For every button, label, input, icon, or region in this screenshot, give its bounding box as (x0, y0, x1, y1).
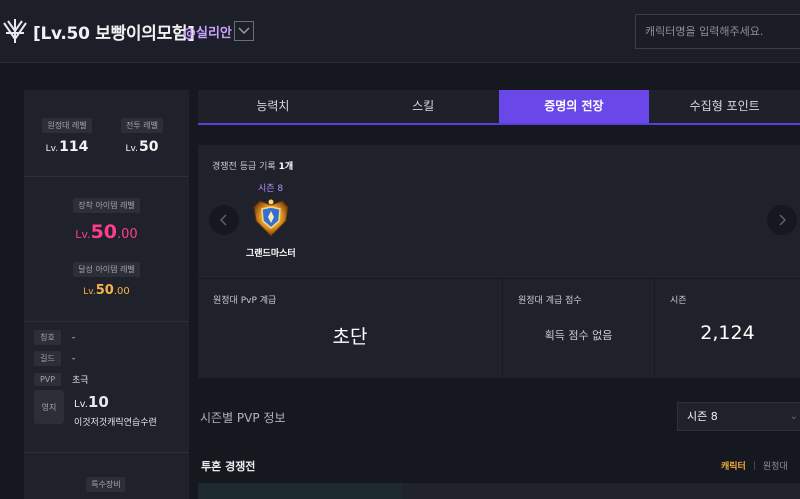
season-score-value: 2,124 (700, 322, 755, 344)
season-score-card: 시즌 2,124 (655, 279, 800, 378)
record-count: 1개 (278, 162, 294, 172)
server-name[interactable]: @실리안 (183, 22, 232, 41)
grade-score-card: 원정대 계급 점수 획득 점수 없음 (503, 279, 654, 378)
duel-tab-divider: | (752, 460, 756, 471)
combat-level: 전투 레벨 Lv.50 (112, 113, 172, 155)
grandmaster-medal-icon[interactable] (250, 197, 292, 239)
record-season: 시즌 8 (258, 184, 284, 194)
profile-panel: 원정대 레벨 Lv.114 전투 레벨 Lv.50 장착 아이템 레벨 Lv.5… (24, 90, 189, 499)
duel-card-empty-2 (604, 483, 800, 499)
tab-collectibles[interactable]: 수집형 포인트 (649, 90, 800, 123)
chevron-down-icon (238, 27, 250, 35)
pvp-grade-value: 초단 (332, 326, 368, 348)
expedition-level: 원정대 레벨 Lv.114 (37, 113, 97, 155)
info-row-title: 칭호 - (34, 330, 75, 345)
equip-level-value: Lv.50.00 (24, 221, 189, 243)
estate-label: 영지 (34, 390, 64, 424)
character-title: [Lv.50 보빵이의모험] (33, 24, 195, 44)
achieved-level-dec: .00 (113, 286, 130, 297)
chevron-down-icon: ⌄ (789, 411, 798, 422)
combat-level-prefix: Lv. (125, 144, 139, 154)
top-header: [Lv.50 보빵이의모험] @실리안 (0, 0, 800, 63)
tab-stats[interactable]: 능력치 (198, 90, 348, 123)
duel-card-empty-1 (403, 483, 603, 499)
pvp-grade-card: 원정대 PvP 계급 초단 (198, 279, 502, 378)
achieved-level-value: Lv.50.00 (24, 283, 189, 298)
title-value: - (72, 332, 76, 343)
character-dropdown-button[interactable] (234, 21, 254, 41)
crest-logo-icon[interactable] (2, 17, 28, 45)
item-level-section: 장착 아이템 레벨 Lv.50.00 달성 아이템 레벨 Lv.50.00 (24, 178, 189, 322)
expedition-level-label: 원정대 레벨 (42, 118, 92, 133)
chevron-left-icon (220, 214, 227, 226)
duel-tab-expedition[interactable]: 원정대 (763, 459, 788, 472)
season-select-value: 시즌 8 (687, 410, 718, 423)
expedition-level-prefix: Lv. (45, 144, 59, 154)
record-label: 경쟁전 등급 기록 (212, 162, 276, 172)
record-title: 경쟁전 등급 기록 1개 (212, 159, 293, 172)
info-row-guild: 길드 - (34, 351, 75, 366)
season-select[interactable]: 시즌 8 ⌄ (677, 402, 800, 431)
pvp-value: 초극 (72, 376, 89, 386)
estate-level-prefix: Lv. (74, 399, 88, 410)
achieved-level-int: 50 (95, 283, 114, 298)
equip-level-label: 장착 아이템 레벨 (73, 198, 140, 213)
duel-content-strip (198, 483, 800, 499)
duel-card-character[interactable] (198, 483, 402, 499)
combat-level-label: 전투 레벨 (121, 118, 163, 133)
season-score-label: 시즌 (670, 296, 687, 306)
character-search-input[interactable] (635, 14, 800, 49)
pvp-grade-label: 원정대 PvP 계급 (213, 296, 277, 306)
duel-tabs: 캐릭터 | 원정대 (721, 459, 788, 473)
competitive-record-card: 경쟁전 등급 기록 1개 시즌 8 그랜드마스터 (198, 145, 800, 278)
expedition-level-value: 114 (59, 139, 89, 155)
pvp-stats-row: 원정대 PvP 계급 초단 원정대 계급 점수 획득 점수 없음 시즌 2,12… (198, 279, 800, 378)
guild-value: - (72, 353, 76, 364)
level-row: 원정대 레벨 Lv.114 전투 레벨 Lv.50 (24, 90, 189, 177)
season-pvp-title: 시즌별 PVP 정보 (200, 411, 286, 425)
duel-tab-character[interactable]: 캐릭터 (721, 459, 746, 472)
equip-level-int: 50 (90, 221, 118, 243)
achieved-level-prefix: Lv. (83, 287, 96, 297)
estate-level-value: 10 (87, 393, 109, 411)
rank-label: 그랜드마스터 (246, 249, 296, 259)
equip-level-prefix: Lv. (75, 228, 91, 241)
tab-proof-of-battle[interactable]: 증명의 전장 (498, 90, 650, 123)
prev-record-button[interactable] (209, 205, 239, 235)
info-row-pvp: PVP 초극 (34, 373, 89, 386)
profile-tabs: 능력치 스킬 증명의 전장 수집형 포인트 (198, 90, 800, 125)
next-record-button[interactable] (767, 205, 797, 235)
guild-label: 길드 (34, 351, 61, 366)
chevron-right-icon (779, 214, 786, 226)
pvp-label: PVP (34, 373, 61, 386)
title-label: 칭호 (34, 330, 61, 345)
duel-competition-title: 투혼 경쟁전 (201, 460, 256, 473)
grade-score-value: 획득 점수 없음 (544, 329, 613, 342)
estate-name: 이것저것캐릭연습수련 (74, 418, 157, 428)
special-equipment-label: 특수장비 (86, 477, 126, 492)
estate-level: Lv.10 (74, 393, 109, 411)
combat-level-value: 50 (139, 139, 159, 155)
equip-level-dec: .00 (117, 227, 138, 242)
achieved-level-label: 달성 아이템 레벨 (73, 262, 140, 277)
tab-skills[interactable]: 스킬 (348, 90, 499, 123)
grade-score-label: 원정대 계급 점수 (518, 296, 582, 306)
